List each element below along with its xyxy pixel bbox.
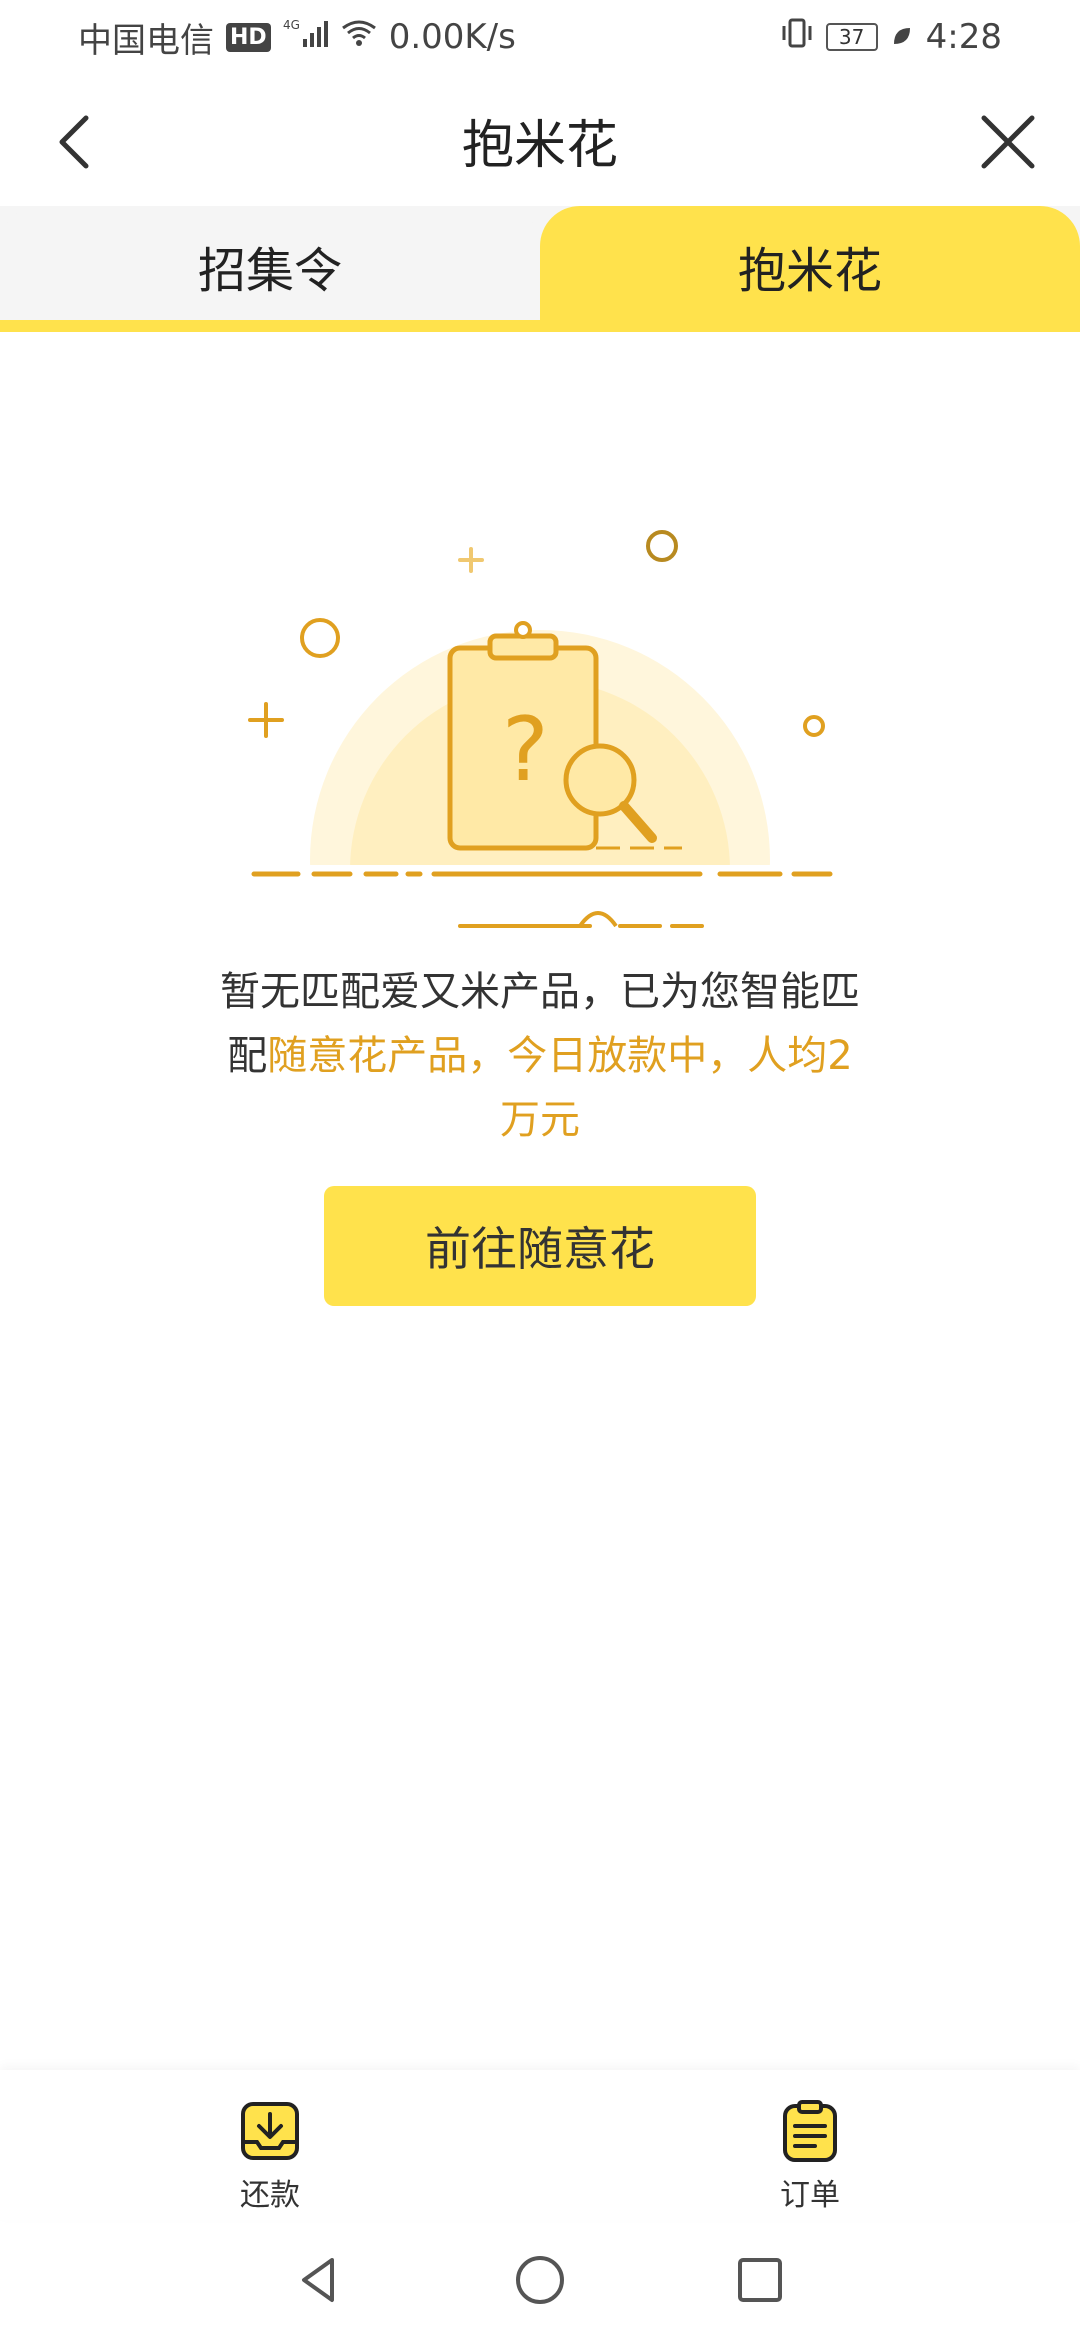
close-button[interactable] — [976, 110, 1040, 174]
system-nav-bar — [0, 2220, 1080, 2340]
recents-square-icon[interactable] — [730, 2250, 790, 2310]
title-bar: 抱米花 — [0, 74, 1080, 206]
close-icon — [981, 115, 1035, 169]
back-triangle-icon[interactable] — [290, 2250, 350, 2310]
status-right: 37 4:28 — [780, 16, 1080, 59]
back-button[interactable] — [46, 110, 110, 174]
tab-bar: 招集令 抱米花 — [0, 206, 1080, 332]
clipboard-list-icon — [783, 2100, 837, 2162]
tab-baomihua[interactable]: 抱米花 — [540, 206, 1080, 326]
go-suiyihua-button[interactable]: 前往随意花 — [324, 1186, 756, 1306]
nav-orders-label: 订单 — [780, 2178, 840, 2213]
svg-text:?: ? — [502, 698, 549, 801]
message-highlight: 随意花产品，今日放款中，人均2万元 — [267, 1033, 853, 1143]
hd-badge: HD — [226, 22, 271, 52]
signal-icon: 4G — [283, 17, 329, 58]
empty-state-message: 暂无匹配爱又米产品，已为您智能匹配随意花产品，今日放款中，人均2万元 — [220, 960, 860, 1152]
page-title: 抱米花 — [461, 115, 618, 176]
chevron-left-icon — [59, 115, 89, 169]
clock: 4:28 — [925, 17, 1002, 57]
wifi-icon — [341, 17, 377, 57]
nav-orders[interactable]: 订单 — [710, 2098, 910, 2214]
empty-state-illustration: ? — [220, 520, 860, 1090]
nav-repay[interactable]: 还款 — [170, 2098, 370, 2214]
bottom-nav: 还款 订单 — [0, 2070, 1080, 2220]
tab-underline — [0, 320, 1080, 332]
home-circle-icon[interactable] — [510, 2250, 570, 2310]
tab-zhaojiling[interactable]: 招集令 — [0, 206, 540, 326]
battery-indicator: 37 — [825, 23, 878, 51]
vibrate-icon — [780, 16, 814, 59]
status-bar: 中国电信 HD 4G 0.00K/s 37 4:28 — [0, 0, 1080, 74]
download-tray-icon — [241, 2102, 299, 2160]
nav-repay-label: 还款 — [240, 2178, 300, 2213]
status-left: 中国电信 HD 4G 0.00K/s — [0, 13, 516, 62]
network-speed: 0.00K/s — [388, 17, 516, 57]
carrier-name: 中国电信 — [78, 20, 214, 61]
svg-text:4G: 4G — [283, 18, 300, 32]
leaf-icon — [890, 17, 914, 57]
